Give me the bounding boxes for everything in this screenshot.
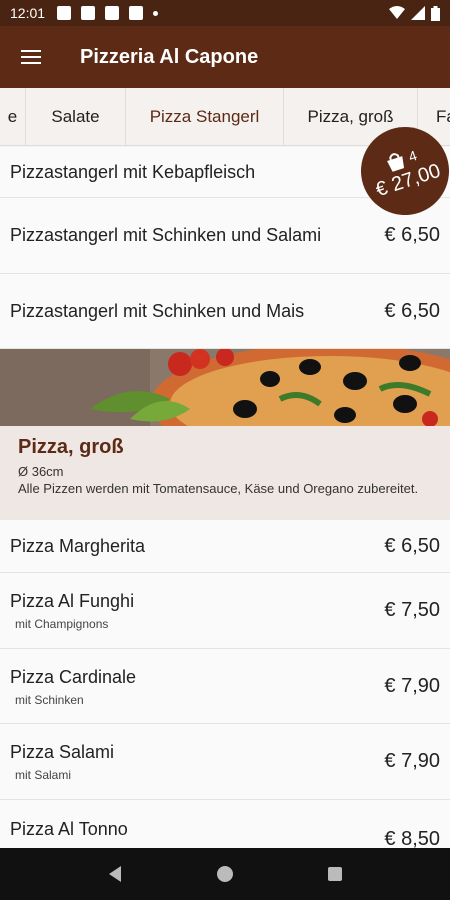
home-icon[interactable]: [216, 865, 234, 883]
notification-icon: [57, 6, 72, 20]
signal-icon: [411, 6, 425, 20]
list-item[interactable]: Pizzastangerl mit Schinken und Mais € 6,…: [0, 274, 450, 349]
pizza-image: [0, 349, 450, 426]
app-title: Pizzeria Al Capone: [80, 45, 259, 68]
category-note: Alle Pizzen werden mit Tomatensauce, Käs…: [18, 481, 419, 496]
item-name: Pizzastangerl mit Schinken und Salami: [10, 225, 322, 245]
menu-button[interactable]: [0, 26, 62, 88]
hamburger-icon: [21, 56, 41, 58]
item-description: mit Schinken: [15, 692, 84, 707]
item-description: mit Salami: [15, 768, 72, 782]
item-text: Pizza Al Funghi mit Champignons: [10, 590, 374, 631]
list-item[interactable]: Pizza Al Funghi mit Champignons € 7,50: [0, 573, 450, 649]
tab-partial-left[interactable]: e: [0, 88, 26, 145]
item-name: Pizza Salami: [10, 742, 115, 762]
menu-list: Pizzastangerl mit Kebapfleisch Pizzastan…: [0, 147, 450, 860]
status-time: 12:01: [10, 5, 46, 21]
wifi-icon: [389, 6, 405, 19]
category-title: Pizza, groß: [18, 436, 124, 458]
tab-salate[interactable]: Salate: [26, 88, 126, 145]
item-text: Pizza Cardinale mit Schinken: [10, 666, 374, 707]
item-price: € 7,90: [384, 750, 440, 772]
item-name: Pizza Margherita: [10, 535, 146, 556]
item-name: Pizza Al Tonno: [10, 819, 128, 839]
list-item[interactable]: Pizza Cardinale mit Schinken € 7,90: [0, 649, 450, 724]
list-item[interactable]: Pizza Salami mit Salami € 7,90: [0, 724, 450, 800]
item-name: Pizza Cardinale: [10, 666, 137, 687]
item-price: € 7,90: [384, 674, 440, 697]
item-price: € 6,50: [384, 299, 440, 322]
tab-pizza-stangerl[interactable]: Pizza Stangerl: [126, 88, 284, 145]
cart-count: 4: [406, 146, 419, 165]
battery-icon: [431, 5, 440, 21]
item-price: € 6,50: [384, 534, 440, 557]
app-bar: Pizzeria Al Capone: [0, 26, 450, 88]
category-image: [0, 349, 450, 426]
item-text: Pizza Salami mit Salami: [10, 741, 374, 782]
recents-icon[interactable]: [327, 866, 343, 882]
more-notifications-icon: [153, 10, 159, 16]
item-name: Pizza Al Funghi: [10, 591, 135, 611]
notification-icon: [129, 6, 144, 20]
notification-icon: [81, 6, 96, 20]
item-price: € 7,50: [384, 599, 440, 621]
list-item[interactable]: Pizza Margherita € 6,50: [0, 520, 450, 573]
category-size: Ø 36cm: [18, 464, 64, 479]
back-icon[interactable]: [107, 865, 123, 883]
item-name: Pizzastangerl mit Schinken und Mais: [10, 300, 305, 321]
status-bar: 12:01: [0, 0, 450, 26]
item-description: mit Champignons: [15, 617, 109, 631]
category-header: Pizza, groß Ø 36cm Alle Pizzen werden mi…: [0, 426, 450, 520]
system-nav-bar: [0, 848, 450, 900]
item-price: € 6,50: [384, 224, 440, 246]
notification-icon: [105, 6, 120, 20]
